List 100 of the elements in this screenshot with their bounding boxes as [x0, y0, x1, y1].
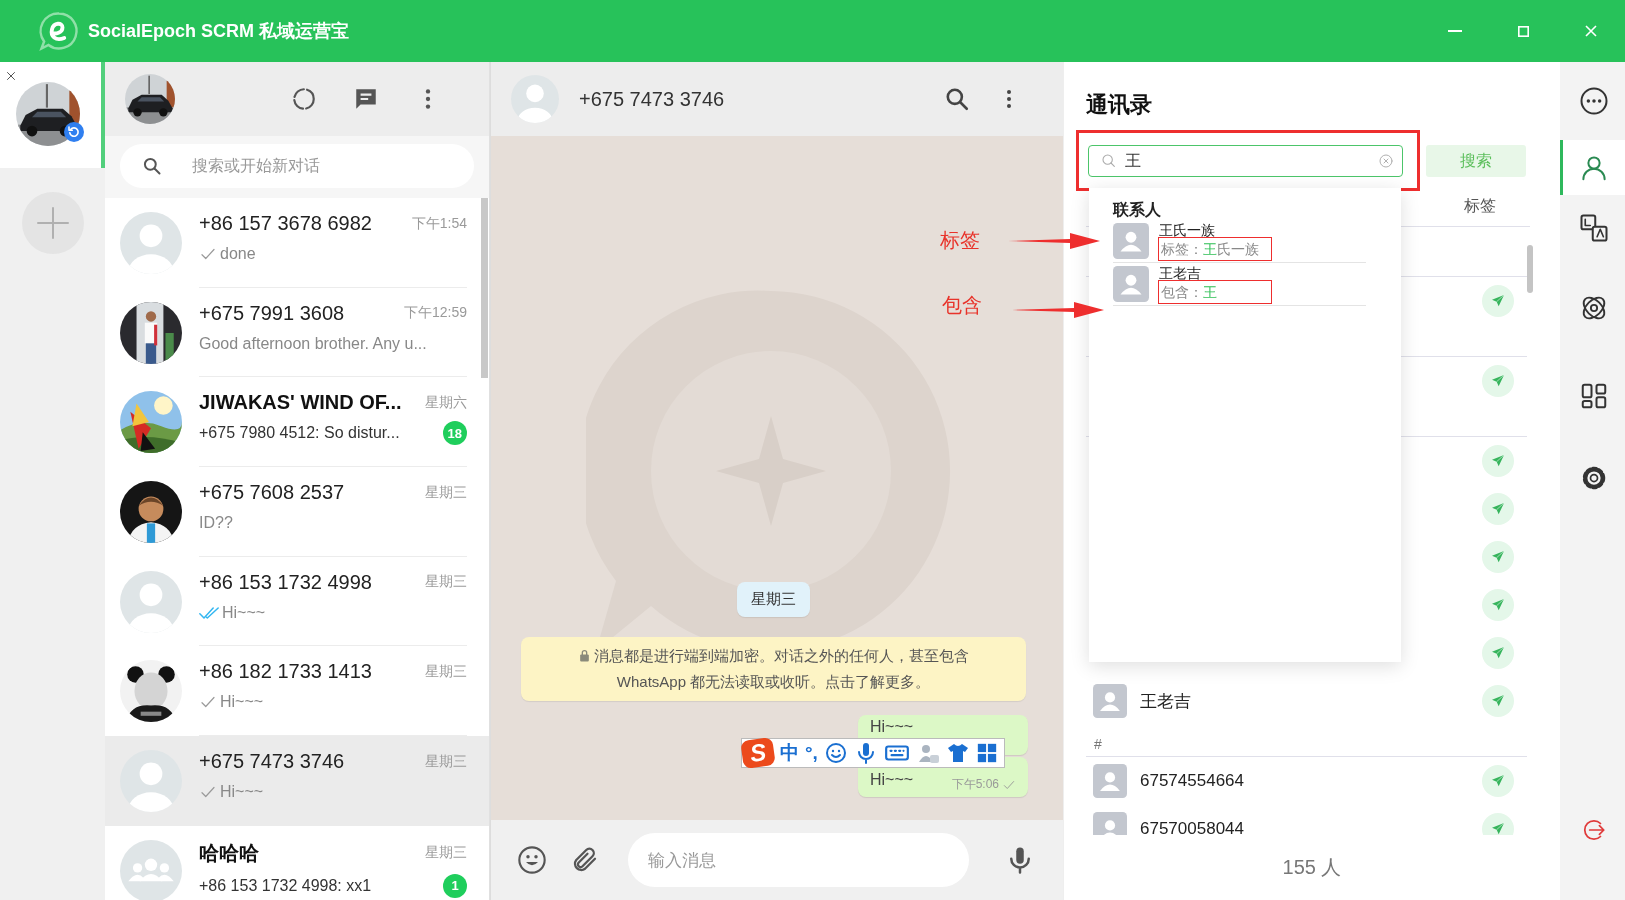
ime-logo: S — [740, 736, 776, 770]
input-mode[interactable]: 中 — [780, 740, 799, 766]
message-preview: +675 7980 4512: So distur... — [199, 424, 400, 443]
contact-name: +86 157 3678 6982 — [199, 212, 372, 235]
contact-name: 王老吉 — [1140, 690, 1192, 713]
scrollbar[interactable] — [481, 198, 488, 378]
logo-icon — [38, 10, 80, 52]
message-text: Hi~~~ — [870, 718, 914, 736]
notice-card[interactable]: 消息都是进行端到端加密。对话之外的任何人，甚至包含 WhatsApp 都无法读取或收听。点击了解更多。 — [521, 637, 1026, 701]
message-preview: +86 153 1732 4998: xx1 — [199, 876, 372, 895]
emoji-icon[interactable] — [823, 741, 848, 765]
grid-icon[interactable] — [975, 742, 998, 764]
window-title: SocialEpoch SCRM 私域运营宝 — [88, 20, 350, 43]
encryption-notice: 消息都是进行端到端加密。对话之外的任何人，甚至包含 WhatsApp 都无法读取或收听。点击了解更多。 — [594, 647, 969, 690]
contact-name: 哈哈哈 — [199, 840, 259, 866]
message-preview: ID?? — [199, 514, 233, 533]
date-chip: 星期三 — [737, 582, 810, 617]
search-icon[interactable] — [142, 156, 162, 176]
punctuation-mode[interactable]: °, — [805, 742, 818, 764]
send-icon — [1490, 293, 1506, 309]
timestamp: 星期三 — [425, 844, 467, 863]
minimize-icon — [1448, 30, 1462, 32]
search-icon[interactable] — [944, 86, 970, 112]
contact-name: +675 7473 3746 — [199, 750, 345, 774]
contact-name: 67570058044 — [1140, 819, 1245, 835]
search-field[interactable]: 王 — [1088, 145, 1403, 177]
send-button[interactable] — [1482, 493, 1514, 525]
contact-name: 67574554664 — [1140, 771, 1245, 791]
message-text: Hi~~~ — [870, 771, 914, 789]
send-button[interactable] — [1482, 365, 1514, 397]
send-button[interactable] — [1482, 637, 1514, 669]
avatar-icon — [1113, 266, 1149, 302]
scrollbar[interactable] — [1527, 245, 1533, 293]
search-result[interactable]: 王氏一族 标签：王氏一族 — [1113, 220, 1366, 263]
send-icon — [1490, 549, 1506, 565]
result-name: 王氏一族 — [1159, 222, 1216, 238]
timestamp: 星期三 — [425, 662, 467, 681]
unread-badge: 1 — [443, 873, 467, 898]
contact-name: JIWAKAS' WIND OF... — [199, 391, 402, 415]
contact-name: +675 7608 2537 — [199, 481, 345, 505]
send-button[interactable] — [1482, 541, 1514, 573]
send-button[interactable] — [1482, 765, 1514, 797]
send-icon — [1490, 453, 1506, 469]
shirt-icon[interactable] — [945, 741, 970, 765]
close-icon[interactable] — [5, 70, 17, 82]
message-preview: done — [220, 245, 256, 263]
send-button[interactable] — [1482, 445, 1514, 477]
message-preview: Hi~~~ — [220, 783, 264, 802]
lock-icon — [578, 649, 591, 662]
send-button[interactable] — [1482, 285, 1514, 317]
result-name: 王老吉 — [1159, 265, 1202, 281]
account-tile[interactable] — [0, 62, 105, 168]
message-preview: Hi~~~ — [222, 603, 266, 622]
contact-row[interactable]: 67570058044 — [1064, 805, 1560, 835]
chat-item[interactable]: +675 7473 3746 星期三 Hi~~~ — [105, 736, 489, 826]
avatar-icon — [1093, 684, 1127, 718]
grid-icon — [1579, 381, 1609, 411]
close-icon — [1585, 25, 1597, 37]
match-detail: 标签：王氏一族 — [1159, 238, 1271, 260]
contact-row[interactable]: 王老吉 — [1064, 677, 1560, 725]
timestamp: 下午1:54 — [411, 214, 467, 233]
timestamp: 星期三 — [425, 483, 467, 502]
send-button[interactable] — [1482, 685, 1514, 717]
send-icon — [1490, 773, 1506, 789]
timestamp: 星期三 — [425, 752, 467, 771]
status-icon[interactable] — [291, 86, 317, 112]
tab[interactable]: 标签 — [1462, 189, 1498, 225]
chat-title: +675 7473 3746 — [579, 87, 726, 111]
send-icon — [1490, 373, 1506, 389]
avatar-icon — [1093, 764, 1127, 798]
timestamp: 下午12:59 — [403, 304, 467, 323]
contact-count: 155 人 — [1282, 855, 1342, 880]
search-result[interactable]: 王老吉 包含：王 — [1113, 263, 1366, 306]
refresh-icon — [64, 122, 84, 142]
result-group-header: 联系人 — [1113, 200, 1162, 220]
contact-row[interactable]: 67574554664 — [1064, 757, 1560, 805]
annotation-label: 包含 — [942, 293, 982, 317]
contact-name: +86 153 1732 4998 — [199, 570, 372, 594]
timestamp: 星期三 — [425, 573, 467, 592]
logout-icon — [1581, 817, 1607, 843]
send-icon — [1490, 645, 1506, 661]
message-preview: Good afternoon brother. Any u... — [199, 334, 427, 353]
annotation-label: 标签 — [940, 228, 980, 252]
send-icon — [1490, 693, 1506, 709]
maximize-icon — [1517, 25, 1529, 37]
more-icon — [1579, 86, 1609, 116]
avatar-icon — [511, 75, 559, 123]
search-icon — [1101, 153, 1117, 169]
timestamp: 下午5:06 — [951, 776, 999, 793]
avatar-icon — [1113, 223, 1149, 259]
emoji-icon[interactable] — [516, 844, 548, 876]
panel-title: 通讯录 — [1086, 91, 1152, 119]
send-icon — [1490, 501, 1506, 517]
group-avatar-icon — [120, 839, 182, 900]
timestamp: 星期六 — [425, 393, 467, 412]
send-button[interactable] — [1482, 589, 1514, 621]
section-label: # — [1094, 736, 1102, 752]
match-detail: 包含：王 — [1159, 281, 1271, 303]
contact-name: +86 182 1733 1413 — [199, 660, 372, 684]
send-icon — [1490, 821, 1506, 835]
